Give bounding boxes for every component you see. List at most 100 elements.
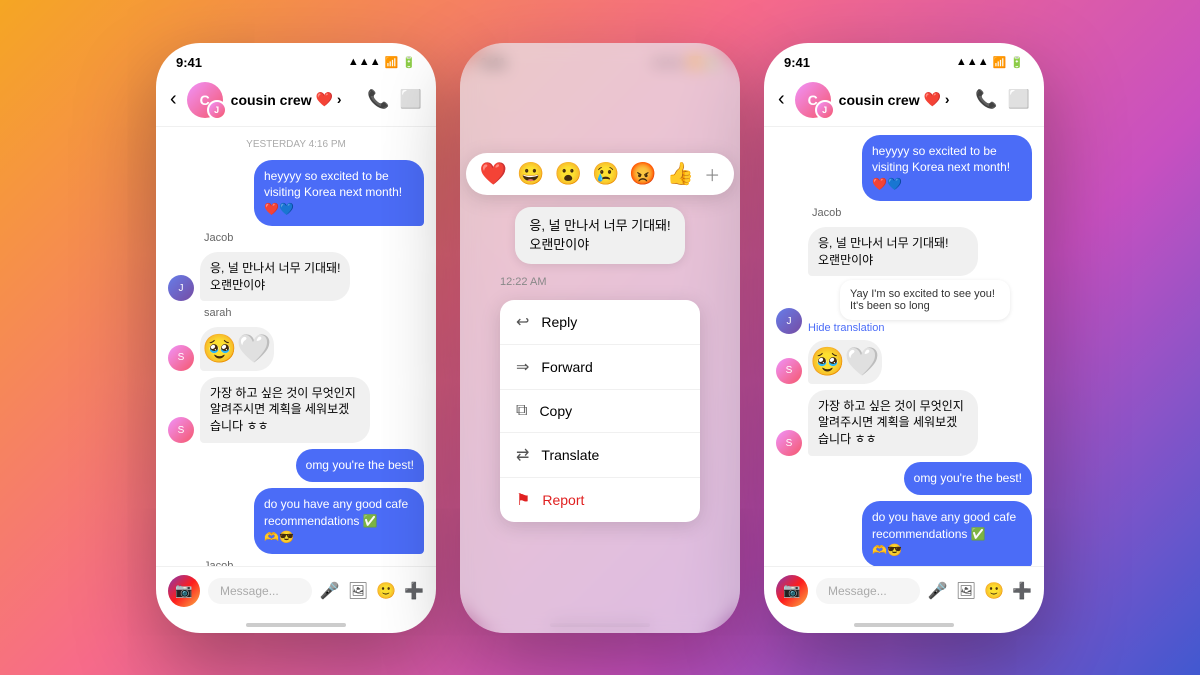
reaction-surprised[interactable]: 😮 [555,161,582,187]
reaction-smile[interactable]: 😀 [517,161,544,187]
context-forward[interactable]: ⇒ Forward [500,345,700,390]
wifi-icon: 📶 [385,56,399,69]
status-icons-right: ▲▲▲ 📶 🔋 [956,56,1024,69]
reaction-bar: ❤️ 😀 😮 😢 😡 👍 ＋ [466,153,734,195]
mic-icon-right[interactable]: 🎤 [928,581,948,601]
right-message-row-4: S 가장 하고 싶은 것이 무엇인지 알려주시면 계획을 세워보겠 습니다 ㅎㅎ [776,390,1032,456]
message-row-4: S 가장 하고 싶은 것이 무엇인지 알려주시면 계획을 세워보겠 습니다 ㅎㅎ [168,377,424,443]
bubble-6[interactable]: do you have any good cafe recommendation… [254,488,424,554]
right-message-row-3: S 🥹🤍 [776,340,1032,383]
wifi-icon-right: 📶 [993,56,1007,69]
highlighted-message: 응, 널 만나서 너무 기대돼!오랜만이야 [515,207,684,263]
message-input-left[interactable]: Message... [208,578,312,604]
reaction-heart[interactable]: ❤️ [480,161,507,187]
message-row-5: omg you're the best! [168,449,424,482]
avatar-secondary-left: J [207,100,227,120]
camera-button-right[interactable]: 📷 [776,575,808,607]
mic-icon-left[interactable]: 🎤 [320,581,340,601]
emoji-icon-right[interactable]: 🙂 [984,581,1004,601]
input-icons-left: 🎤 🖼 🙂 ➕ [320,581,424,601]
bubble-4[interactable]: 가장 하고 싶은 것이 무엇인지 알려주시면 계획을 세워보겠 습니다 ㅎㅎ [200,377,370,443]
message-row-2: J 응, 널 만나서 너무 기대돼!오랜만이야 [168,252,424,302]
bubble-2[interactable]: 응, 널 만나서 너무 기대돼!오랜만이야 [200,252,350,302]
hide-translation-btn[interactable]: Hide translation [808,322,1010,334]
input-icons-right: 🎤 🖼 🙂 ➕ [928,581,1032,601]
left-phone: 9:41 ▲▲▲ 📶 🔋 ‹ C J cousin crew ❤️ › 📞 ⬜ … [156,43,436,633]
right-message-row-2: J 응, 널 만나서 너무 기대돼!오랜만이야 Yay I'm so excit… [776,227,1032,335]
chat-header-left: ‹ C J cousin crew ❤️ › 📞 ⬜ [156,76,436,127]
phone-icon-left[interactable]: 📞 [367,89,389,110]
avatar-sarah-2: S [168,417,194,443]
right-message-row-6: do you have any good cafe recommendation… [776,501,1032,566]
middle-phone: 9:41 ▲▲▲ 📶 🔋 ❤️ 😀 😮 😢 😡 👍 ＋ 응, 널 만나서 너무 … [460,43,740,633]
message-row-6: do you have any good cafe recommendation… [168,488,424,554]
translation-bubble: Yay I'm so excited to see you! It's been… [840,280,1010,320]
right-bubble-6[interactable]: do you have any good cafe recommendation… [862,501,1032,566]
forward-icon: ⇒ [516,357,529,377]
context-menu: ↩ Reply ⇒ Forward ⧉ Copy ⇄ Translate ⚑ R… [500,300,700,522]
bubble-1[interactable]: heyyyy so excited to be visiting Korea n… [254,160,424,226]
right-phone: 9:41 ▲▲▲ 📶 🔋 ‹ C J cousin crew ❤️ › 📞 ⬜ [764,43,1044,633]
avatar-sarah: S [168,345,194,371]
avatar-group-right: C J [795,82,831,118]
right-bubble-5[interactable]: omg you're the best! [904,462,1032,495]
status-icons-left: ▲▲▲ 📶 🔋 [348,56,416,69]
header-icons-left: 📞 ⬜ [367,89,422,110]
video-icon-right[interactable]: ⬜ [1008,89,1030,110]
context-overlay: ❤️ 😀 😮 😢 😡 👍 ＋ 응, 널 만나서 너무 기대돼!오랜만이야 12:… [460,43,740,633]
context-translate[interactable]: ⇄ Translate [500,433,700,478]
report-icon: ⚑ [516,490,530,510]
back-button-left[interactable]: ‹ [170,88,177,111]
context-timestamp: 12:22 AM [500,276,546,288]
image-icon-right[interactable]: 🖼 [956,581,976,601]
right-avatar-jacob-1: J [776,308,802,334]
right-message-row-1: heyyyy so excited to be visiting Korea n… [776,135,1032,201]
context-reply[interactable]: ↩ Reply [500,300,700,345]
chat-title-left: cousin crew ❤️ › [231,91,359,108]
chat-header-right: ‹ C J cousin crew ❤️ › 📞 ⬜ [764,76,1044,127]
video-icon-left[interactable]: ⬜ [400,89,422,110]
chat-title-right: cousin crew ❤️ › [839,91,967,108]
emoji-icon-left[interactable]: 🙂 [376,581,396,601]
home-indicator-left [156,623,436,633]
header-icons-right: 📞 ⬜ [975,89,1030,110]
signal-icon-right: ▲▲▲ [956,56,989,68]
status-bar-right: 9:41 ▲▲▲ 📶 🔋 [764,43,1044,76]
message-input-right[interactable]: Message... [816,578,920,604]
reaction-sad[interactable]: 😢 [592,161,619,187]
status-time-right: 9:41 [784,55,810,70]
reaction-thumbs-up[interactable]: 👍 [667,161,694,187]
copy-icon: ⧉ [516,402,527,420]
context-report[interactable]: ⚑ Report [500,478,700,522]
chat-title-area-left: cousin crew ❤️ › [231,91,359,108]
bubble-5[interactable]: omg you're the best! [296,449,424,482]
reaction-plus[interactable]: ＋ [704,162,720,186]
right-bubble-2[interactable]: 응, 널 만나서 너무 기대돼!오랜만이야 [808,227,978,277]
bottom-bar-left: 📷 Message... 🎤 🖼 🙂 ➕ [156,566,436,623]
right-bubble-1[interactable]: heyyyy so excited to be visiting Korea n… [862,135,1032,201]
phone-icon-right[interactable]: 📞 [975,89,997,110]
right-bubble-3[interactable]: 🥹🤍 [808,340,882,383]
avatar-group-left: C J [187,82,223,118]
timestamp-left: YESTERDAY 4:16 PM [168,139,424,150]
sender-label-jacob-1: Jacob [204,232,424,244]
add-icon-left[interactable]: ➕ [404,581,424,601]
add-icon-right[interactable]: ➕ [1012,581,1032,601]
signal-icon: ▲▲▲ [348,56,381,68]
bubble-3[interactable]: 🥹🤍 [200,327,274,370]
bottom-bar-right: 📷 Message... 🎤 🖼 🙂 ➕ [764,566,1044,623]
reaction-angry[interactable]: 😡 [629,161,656,187]
status-bar-left: 9:41 ▲▲▲ 📶 🔋 [156,43,436,76]
right-avatar-sarah: S [776,358,802,384]
messages-area-left: YESTERDAY 4:16 PM heyyyy so excited to b… [156,127,436,566]
right-sender-label-jacob-1: Jacob [812,207,1032,219]
translate-icon: ⇄ [516,445,529,465]
context-copy[interactable]: ⧉ Copy [500,390,700,433]
messages-area-right: heyyyy so excited to be visiting Korea n… [764,127,1044,566]
image-icon-left[interactable]: 🖼 [348,581,368,601]
right-bubble-4[interactable]: 가장 하고 싶은 것이 무엇인지 알려주시면 계획을 세워보겠 습니다 ㅎㅎ [808,390,978,456]
avatar-secondary-right: J [815,100,835,120]
camera-button-left[interactable]: 📷 [168,575,200,607]
message-row-3: S 🥹🤍 [168,327,424,370]
back-button-right[interactable]: ‹ [778,88,785,111]
